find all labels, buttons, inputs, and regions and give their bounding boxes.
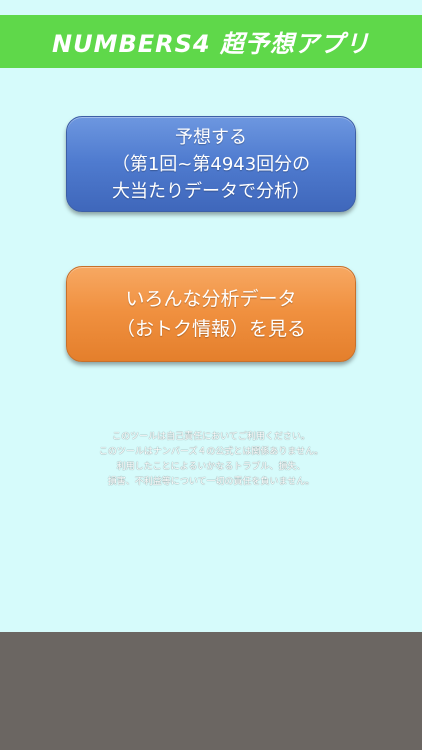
predict-button-label: 予想する <box>175 126 247 148</box>
analysis-button-subtext: （おトク情報）を見る <box>115 318 306 340</box>
app-title: NUMBERS4 超予想アプリ <box>52 30 370 58</box>
predict-button[interactable]: 予想する （第1回~第4943回分の 大当たりデータで分析） <box>66 116 356 212</box>
disclaimer-text: このツールは自己責任においてご利用ください。 このツールはナンバーズ４の公式とは… <box>0 430 422 490</box>
disclaimer-line: 損害、不利益等について一切の責任を負いません。 <box>107 477 315 487</box>
predict-button-subtext-line2: 大当たりデータで分析） <box>112 180 310 202</box>
footer-bar <box>0 632 422 750</box>
disclaimer-line: このツールはナンバーズ４の公式とは関係ありません。 <box>98 447 324 457</box>
analysis-button-label: いろんな分析データ <box>125 288 297 310</box>
app-header: NUMBERS4 超予想アプリ <box>0 15 422 68</box>
predict-button-subtext-line1: （第1回~第4943回分の <box>111 153 311 175</box>
analysis-data-button[interactable]: いろんな分析データ （おトク情報）を見る <box>66 266 356 362</box>
disclaimer-line: このツールは自己責任においてご利用ください。 <box>112 432 310 442</box>
disclaimer-line: 利用したことによるいかなるトラブル、損失、 <box>116 462 306 472</box>
